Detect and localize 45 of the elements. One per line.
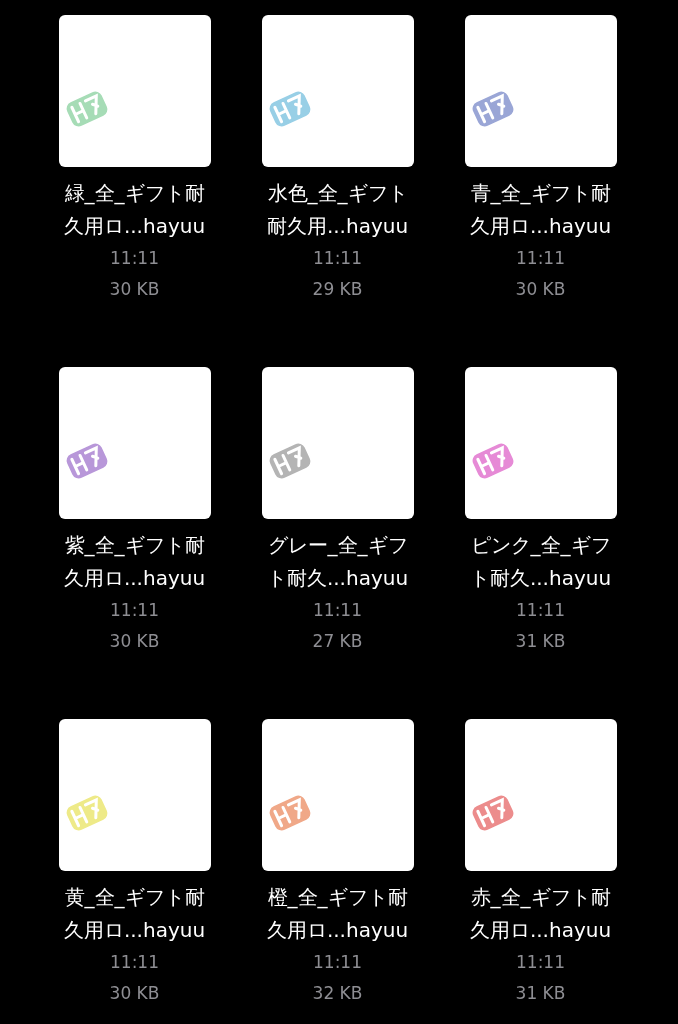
file-time: 11:11: [516, 599, 565, 622]
file-name: 久用ロ...hayuu: [266, 917, 409, 944]
file-time: 11:11: [110, 247, 159, 270]
file-name: 耐久用...hayuu: [266, 213, 409, 240]
file-thumbnail[interactable]: [261, 15, 414, 167]
file-time: 11:11: [516, 951, 565, 974]
file-size: 27 KB: [312, 630, 363, 653]
file-size: 31 KB: [515, 982, 566, 1005]
file-name: ト耐久...hayuu: [266, 565, 409, 592]
file-thumbnail[interactable]: [58, 719, 211, 871]
file-name: 水色_全_ギフト: [267, 180, 408, 207]
file-thumbnail[interactable]: [58, 15, 211, 167]
file-name: グレー_全_ギフ: [267, 532, 408, 559]
file-name: 赤_全_ギフト耐: [470, 884, 611, 911]
file-thumbnail[interactable]: [261, 367, 414, 519]
file-time: 11:11: [313, 599, 362, 622]
file-thumbnail[interactable]: [58, 367, 211, 519]
file-name: 久用ロ...hayuu: [63, 565, 206, 592]
file-thumbnail[interactable]: [261, 719, 414, 871]
file-name: 紫_全_ギフト耐: [64, 532, 205, 559]
file-name: 緑_全_ギフト耐: [64, 180, 205, 207]
file-name: 黄_全_ギフト耐: [64, 884, 205, 911]
file-name: ト耐久...hayuu: [469, 565, 612, 592]
file-time: 11:11: [313, 951, 362, 974]
file-name: 久用ロ...hayuu: [63, 917, 206, 944]
file-size: 29 KB: [312, 278, 363, 301]
file-size: 30 KB: [109, 278, 160, 301]
file-name: 久用ロ...hayuu: [63, 213, 206, 240]
file-time: 11:11: [110, 599, 159, 622]
file-size: 31 KB: [515, 630, 566, 653]
file-thumbnail[interactable]: [464, 15, 617, 167]
file-size: 32 KB: [312, 982, 363, 1005]
file-time: 11:11: [313, 247, 362, 270]
file-thumbnail[interactable]: [464, 719, 617, 871]
file-size: 30 KB: [109, 982, 160, 1005]
file-name: 久用ロ...hayuu: [469, 213, 612, 240]
file-name: ピンク_全_ギフ: [470, 532, 611, 559]
file-thumbnail[interactable]: [464, 367, 617, 519]
file-name: 久用ロ...hayuu: [469, 917, 612, 944]
file-size: 30 KB: [515, 278, 566, 301]
file-name: 橙_全_ギフト耐: [267, 884, 408, 911]
file-name: 青_全_ギフト耐: [470, 180, 611, 207]
file-time: 11:11: [516, 247, 565, 270]
file-size: 30 KB: [109, 630, 160, 653]
file-time: 11:11: [110, 951, 159, 974]
